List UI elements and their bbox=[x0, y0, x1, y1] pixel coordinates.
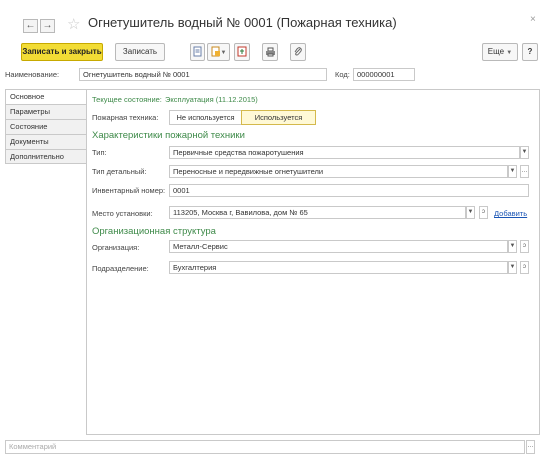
chevron-down-icon: ▼ bbox=[521, 149, 528, 155]
type-field[interactable]: Первичные средства пожаротушения bbox=[169, 146, 520, 159]
favorite-star-icon[interactable]: ☆ bbox=[67, 15, 80, 33]
type-dropdown-button[interactable]: ▼ bbox=[520, 146, 529, 159]
tab-list: Основное Параметры Состояние Документы Д… bbox=[5, 89, 87, 164]
save-and-close-button[interactable]: Записать и закрыть bbox=[21, 43, 103, 61]
create-based-on-button[interactable]: ▼ bbox=[207, 43, 230, 61]
create-based-icon bbox=[211, 46, 220, 57]
save-button[interactable]: Записать bbox=[115, 43, 165, 61]
add-location-link[interactable]: Добавить bbox=[494, 209, 527, 218]
section-fire-characteristics: Характеристики пожарной техники bbox=[92, 130, 245, 141]
printer-icon bbox=[265, 47, 275, 57]
fire-equipment-label: Пожарная техника: bbox=[92, 113, 159, 122]
chevron-down-icon: ▼ bbox=[509, 168, 516, 174]
window-title: Огнетушитель водный № 0001 (Пожарная тех… bbox=[88, 15, 397, 30]
document-icon bbox=[193, 46, 202, 57]
print-button[interactable] bbox=[262, 43, 278, 61]
arrow-right-icon: → bbox=[42, 20, 53, 31]
type-label: Тип: bbox=[92, 148, 107, 157]
paperclip-icon bbox=[294, 47, 302, 56]
current-state-value: Эксплуатация (11.12.2015) bbox=[165, 95, 258, 104]
document-window: ← → ☆ Огнетушитель водный № 0001 (Пожарн… bbox=[0, 0, 545, 460]
department-field[interactable]: Бухгалтерия bbox=[169, 261, 508, 274]
chevron-down-icon: ▼ bbox=[220, 50, 227, 56]
organization-field[interactable]: Металл-Сервис bbox=[169, 240, 508, 253]
chevron-down-icon: ▼ bbox=[509, 243, 516, 249]
chevron-down-icon: ▼ bbox=[506, 50, 513, 56]
close-icon[interactable]: × bbox=[530, 14, 536, 25]
location-field[interactable]: 113205, Москва г, Вавилова, дом № 65 bbox=[169, 206, 466, 219]
tab-state[interactable]: Состояние bbox=[5, 119, 87, 134]
tab-main[interactable]: Основное bbox=[5, 89, 87, 104]
type-detail-field[interactable]: Переносные и передвижные огнетушители bbox=[169, 165, 508, 178]
type-detail-dropdown-button[interactable]: ▼ bbox=[508, 165, 517, 178]
department-dropdown-button[interactable]: ▼ bbox=[508, 261, 517, 274]
back-button[interactable]: ← bbox=[23, 19, 38, 33]
report-button[interactable] bbox=[190, 43, 205, 61]
name-field[interactable]: Огнетушитель водный № 0001 bbox=[79, 68, 327, 81]
attach-file-button[interactable] bbox=[290, 43, 306, 61]
department-open-button[interactable]: ↄ bbox=[520, 261, 529, 274]
type-detail-label: Тип детальный: bbox=[92, 167, 147, 176]
chevron-down-icon: ▼ bbox=[467, 209, 474, 215]
inventory-number-label: Инвентарный номер: bbox=[92, 186, 166, 195]
forward-button[interactable]: → bbox=[40, 19, 55, 33]
department-label: Подразделение: bbox=[92, 264, 149, 273]
code-label: Код: bbox=[335, 70, 350, 79]
tab-additional[interactable]: Дополнительно bbox=[5, 149, 87, 164]
organization-dropdown-button[interactable]: ▼ bbox=[508, 240, 517, 253]
name-label: Наименование: bbox=[5, 70, 60, 79]
help-button[interactable]: ? bbox=[522, 43, 538, 61]
arrow-left-icon: ← bbox=[25, 20, 36, 31]
section-org-structure: Организационная структура bbox=[92, 226, 216, 237]
comment-expand-button[interactable]: … bbox=[526, 440, 535, 454]
link-icon: ↄ bbox=[482, 209, 485, 215]
ellipsis-icon: … bbox=[521, 168, 528, 174]
organization-label: Организация: bbox=[92, 243, 140, 252]
inventory-number-field[interactable]: 0001 bbox=[169, 184, 529, 197]
tab-documents[interactable]: Документы bbox=[5, 134, 87, 149]
chevron-down-icon: ▼ bbox=[509, 264, 516, 270]
location-label: Место установки: bbox=[92, 209, 153, 218]
comment-field[interactable]: Комментарий bbox=[5, 440, 525, 454]
location-dropdown-button[interactable]: ▼ bbox=[466, 206, 475, 219]
more-menu-button[interactable]: Еще ▼ bbox=[482, 43, 518, 61]
type-detail-select-button[interactable]: … bbox=[520, 165, 529, 178]
related-documents-button[interactable] bbox=[234, 43, 250, 61]
organization-open-button[interactable]: ↄ bbox=[520, 240, 529, 253]
ellipsis-icon: … bbox=[527, 443, 534, 449]
tab-parameters[interactable]: Параметры bbox=[5, 104, 87, 119]
not-used-toggle[interactable]: Не используется bbox=[169, 110, 242, 125]
current-state-label: Текущее состояние: bbox=[92, 95, 162, 104]
more-label: Еще bbox=[487, 47, 505, 56]
link-icon: ↄ bbox=[523, 243, 526, 249]
location-open-button[interactable]: ↄ bbox=[479, 206, 488, 219]
used-toggle[interactable]: Используется bbox=[241, 110, 316, 125]
link-icon: ↄ bbox=[523, 264, 526, 270]
related-docs-icon bbox=[237, 46, 247, 57]
code-field[interactable]: 000000001 bbox=[353, 68, 415, 81]
